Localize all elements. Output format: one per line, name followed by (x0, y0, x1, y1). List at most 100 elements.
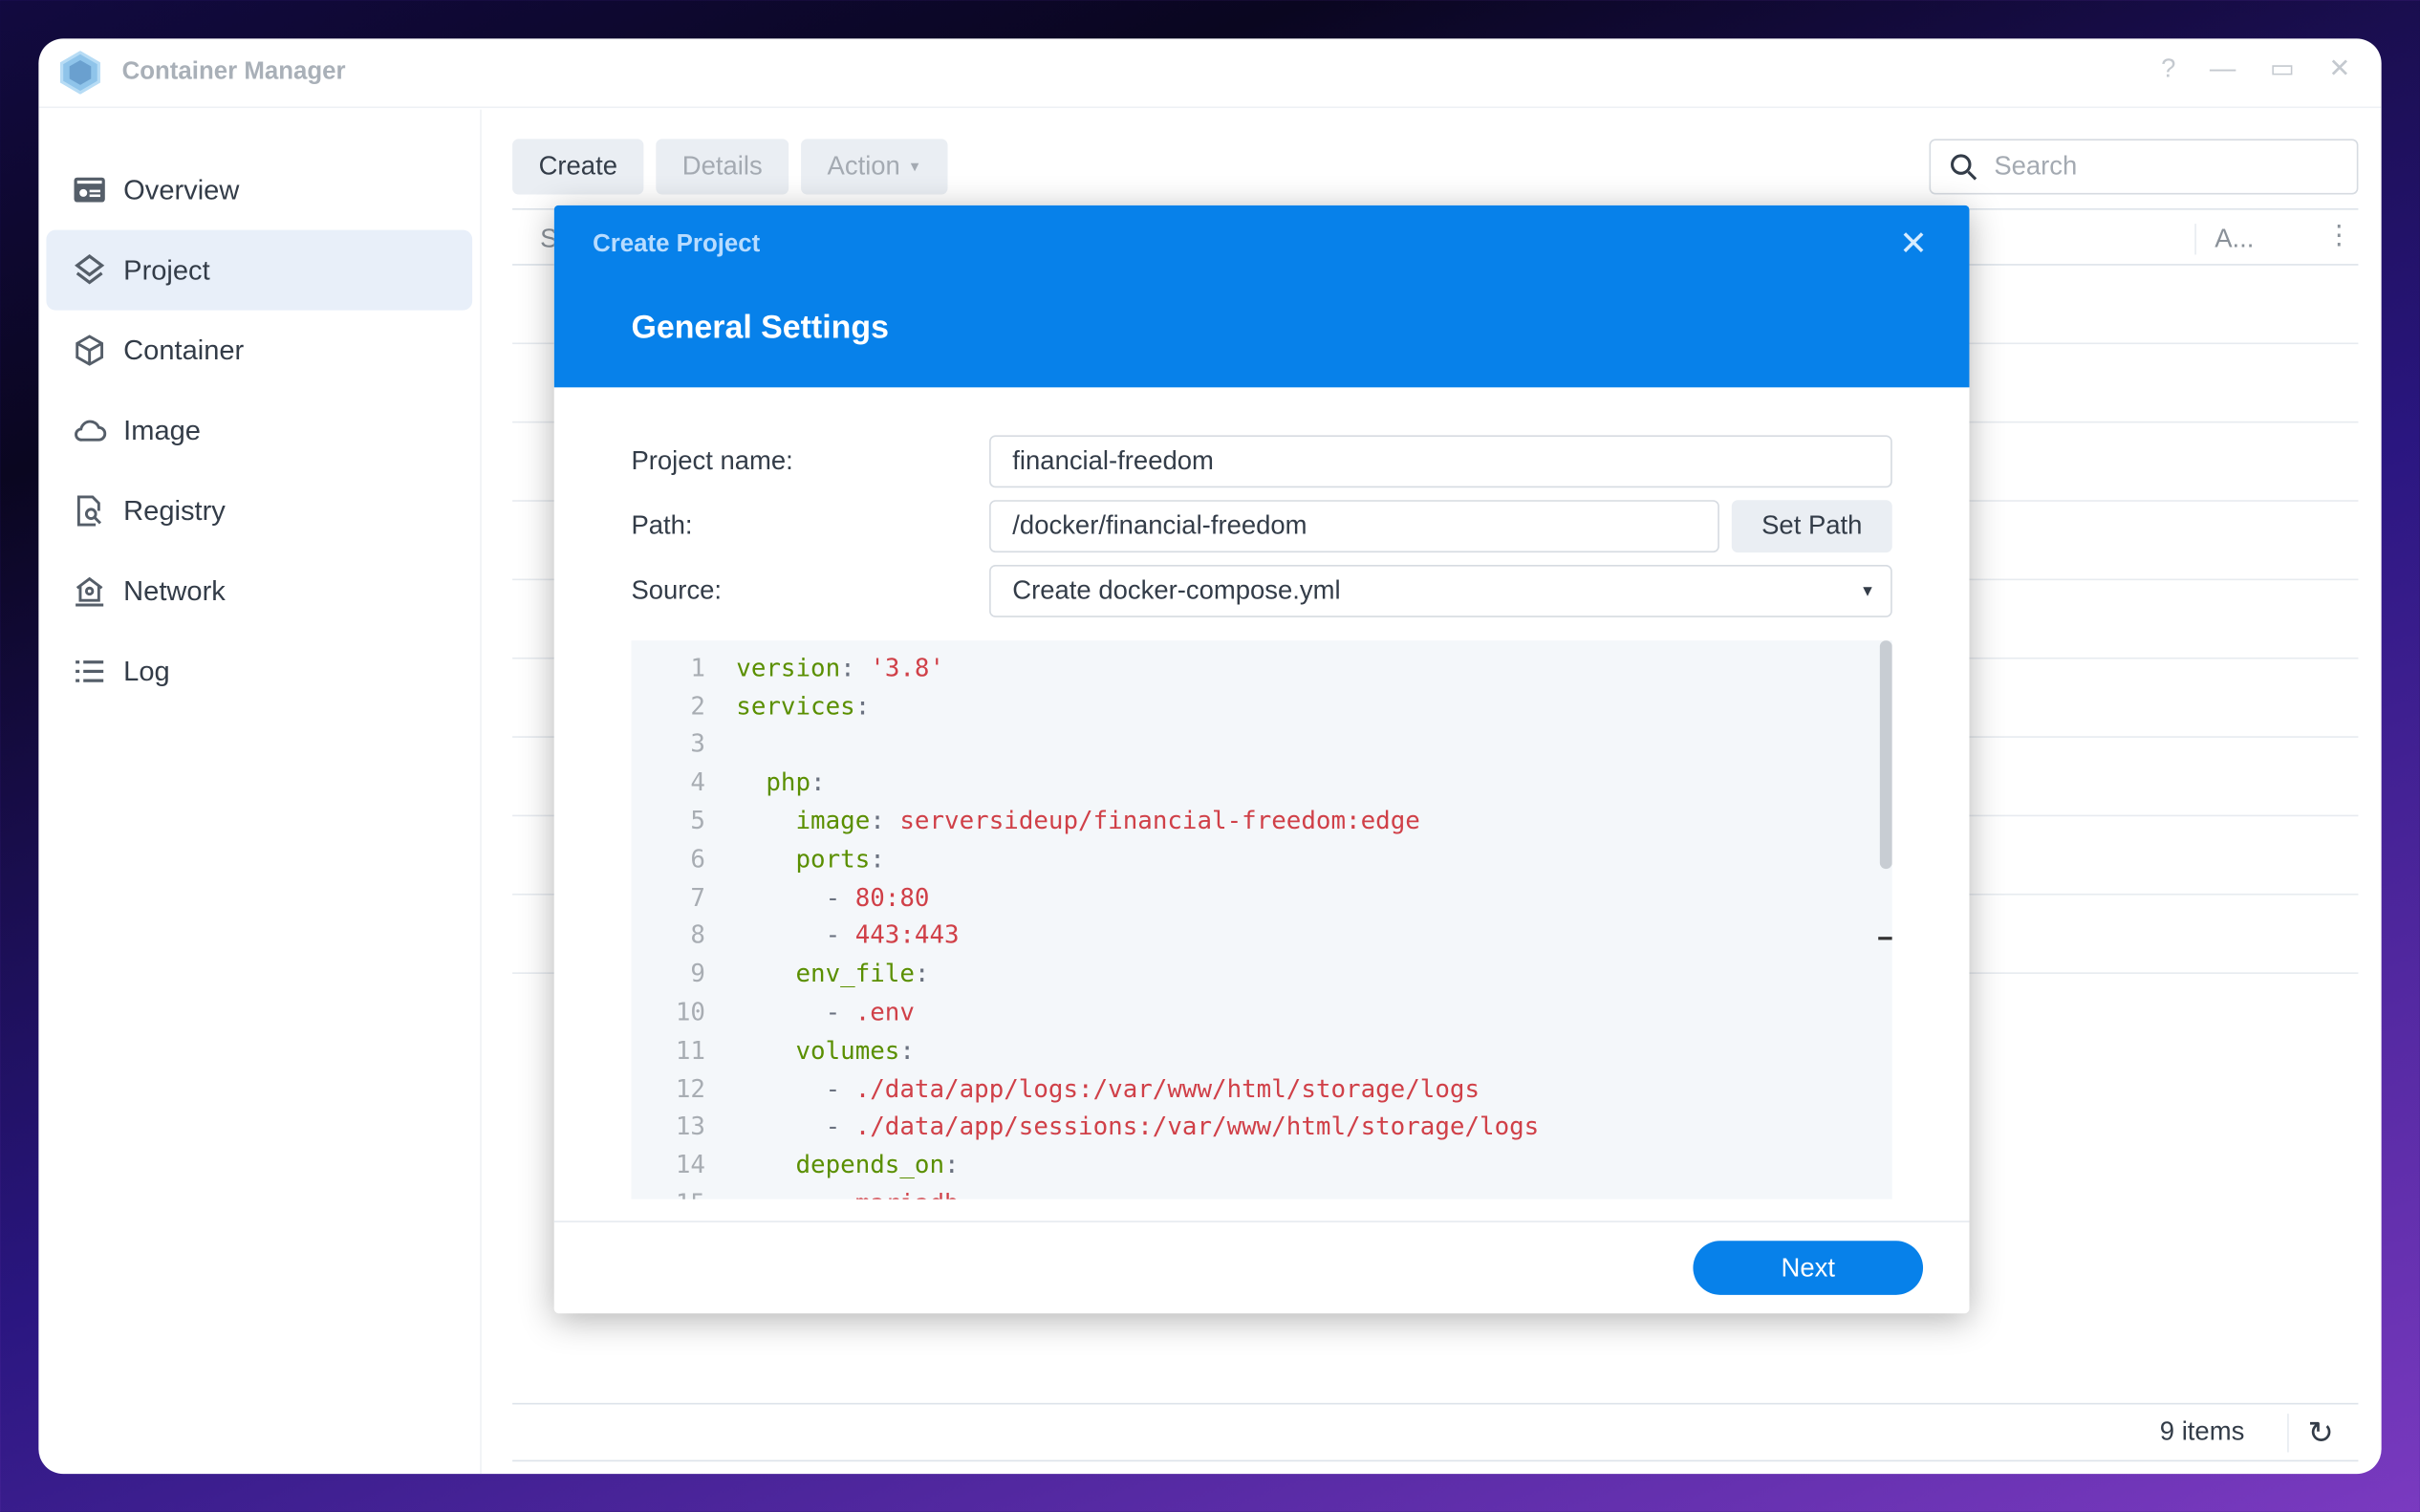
line-number: 1 (690, 652, 705, 682)
overview-icon (74, 177, 105, 203)
line-number: 7 (690, 882, 705, 912)
code-line: 13 - ./data/app/sessions:/var/www/html/s… (631, 1108, 1891, 1146)
code-line: 9 env_file: (631, 955, 1891, 993)
list-icon (76, 660, 104, 682)
details-button[interactable]: Details (656, 139, 789, 195)
code-token: - (736, 997, 855, 1026)
sidebar-item-registry[interactable]: Registry (46, 471, 472, 551)
code-token: image (795, 806, 871, 835)
action-button[interactable]: Action ▼ (801, 139, 948, 195)
code-line: 12 - ./data/app/logs:/var/www/html/stora… (631, 1069, 1891, 1108)
code-line: 11 volumes: (631, 1031, 1891, 1069)
column-header-last[interactable]: A... (2194, 224, 2305, 255)
code-token: : (810, 767, 826, 797)
code-token: ports (795, 844, 871, 874)
code-line: 3 (631, 724, 1891, 763)
code-token: serversideup/financial-freedom:edge (899, 806, 1420, 835)
layers-icon (75, 254, 105, 285)
scroll-marker (1878, 937, 1892, 940)
set-path-button[interactable]: Set Path (1731, 500, 1892, 553)
code-token: - (736, 882, 855, 912)
title-bar: Container Manager ? — ▭ ✕ (38, 38, 2382, 109)
search-placeholder: Search (1994, 151, 2078, 181)
container-manager-logo-icon (59, 51, 100, 95)
code-token: : (870, 806, 900, 835)
code-line: 6 ports: (631, 839, 1891, 877)
search-input[interactable]: Search (1929, 139, 2359, 195)
sidebar-item-label: Overview (123, 173, 240, 205)
cloud-icon (75, 420, 107, 442)
code-token: volumes (795, 1035, 900, 1065)
code-line: 15 - mariadb (631, 1184, 1891, 1199)
source-value: Create docker-compose.yml (1012, 575, 1341, 606)
code-line: 1 version: '3.8' (631, 648, 1891, 686)
code-token: - (736, 1073, 855, 1104)
code-token: : (899, 1035, 915, 1065)
code-token: - (736, 1188, 854, 1199)
close-icon[interactable]: ✕ (1899, 224, 1928, 264)
dialog-subtitle: General Settings (631, 310, 889, 346)
compose-editor[interactable]: 1 version: '3.8' 2 services:3 4 php:5 image:… (631, 640, 1892, 1199)
line-number: 12 (675, 1073, 705, 1104)
action-label: Action (827, 151, 900, 181)
path-input[interactable]: /docker/financial-freedom (989, 500, 1719, 553)
line-number: 6 (690, 844, 705, 874)
registry-icon (76, 495, 101, 527)
sidebar-item-label: Project (123, 253, 210, 285)
minimize-button[interactable]: — (2210, 54, 2236, 85)
line-number: 14 (675, 1150, 705, 1180)
close-window-button[interactable]: ✕ (2328, 54, 2350, 85)
code-line: 5 image: serversideup/financial-freedom:… (631, 801, 1891, 839)
cube-icon (76, 335, 104, 366)
sidebar-item-container[interactable]: Container (46, 311, 472, 391)
sidebar-item-label: Container (123, 334, 245, 365)
sidebar-item-image[interactable]: Image (46, 391, 472, 471)
line-number: 5 (690, 806, 705, 835)
sidebar: Overview Project Container Image Registr… (38, 109, 482, 1475)
refresh-icon[interactable]: ↻ (2287, 1413, 2334, 1452)
project-name-input[interactable]: financial-freedom (989, 435, 1892, 488)
table-footer: 9 items ↻ (512, 1402, 2359, 1462)
sidebar-item-overview[interactable]: Overview (46, 150, 472, 230)
code-token: : (870, 844, 885, 874)
editor-scrollbar[interactable] (1879, 640, 1892, 870)
app-title: Container Manager (121, 58, 346, 85)
column-options-icon[interactable]: ⋮ (2326, 221, 2352, 251)
sidebar-item-label: Image (123, 414, 201, 445)
code-token: : (944, 1150, 960, 1180)
project-name-label: Project name: (631, 445, 793, 476)
code-token: depends_on (795, 1150, 945, 1180)
code-line: 2 services: (631, 686, 1891, 724)
code-token: : (840, 652, 871, 682)
maximize-button[interactable]: ▭ (2270, 54, 2295, 85)
sidebar-item-label: Network (123, 574, 226, 606)
code-line: 4 php: (631, 763, 1891, 801)
source-select[interactable]: Create docker-compose.yml ▼ (989, 565, 1892, 617)
sidebar-item-label: Log (123, 655, 170, 686)
dialog-title: Create Project (593, 231, 761, 258)
code-token: : (914, 959, 930, 988)
code-token: - (736, 920, 855, 950)
source-label: Source: (631, 575, 723, 606)
help-button[interactable]: ? (2161, 54, 2175, 85)
code-token: 443:443 (854, 920, 960, 950)
code-token: services (736, 690, 855, 721)
code-token: ./data/app/sessions:/var/www/html/storag… (854, 1112, 1540, 1142)
search-icon (1951, 153, 1977, 180)
item-count: 9 items (2159, 1416, 2245, 1447)
path-label: Path: (631, 510, 693, 541)
next-button[interactable]: Next (1693, 1241, 1924, 1295)
sidebar-item-log[interactable]: Log (46, 631, 472, 711)
sidebar-item-network[interactable]: Network (46, 551, 472, 631)
code-token: mariadb (855, 1188, 960, 1199)
code-token: : (854, 690, 871, 721)
code-line: 7 - 80:80 (631, 877, 1891, 916)
create-button[interactable]: Create (512, 139, 644, 195)
code-token: 80:80 (854, 882, 930, 912)
code-token: php (766, 767, 811, 797)
line-number: 2 (690, 690, 705, 721)
sidebar-item-project[interactable]: Project (46, 229, 473, 311)
line-number: 11 (675, 1035, 705, 1065)
